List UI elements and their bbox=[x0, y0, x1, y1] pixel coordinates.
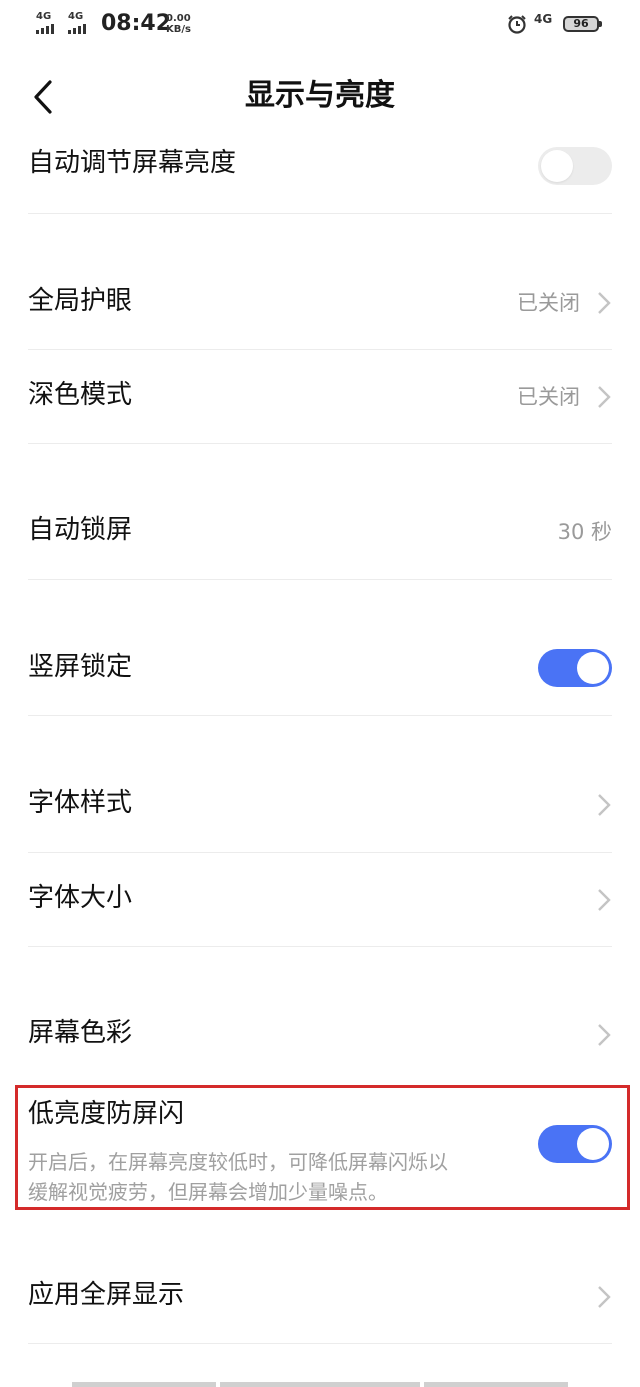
chevron-right-icon bbox=[598, 386, 611, 408]
gesture-bar bbox=[424, 1382, 568, 1387]
signal-icon-sim1: 4G bbox=[36, 12, 68, 34]
gesture-bar bbox=[220, 1382, 420, 1387]
battery-level: 96 bbox=[573, 17, 589, 30]
dark-mode-label: 深色模式 bbox=[28, 380, 133, 410]
divider bbox=[28, 715, 612, 716]
alarm-icon bbox=[508, 15, 526, 34]
sim1-network-label: 4G bbox=[36, 11, 52, 22]
divider bbox=[28, 946, 612, 947]
chevron-right-icon bbox=[598, 794, 611, 816]
divider bbox=[28, 1343, 612, 1344]
low-brightness-flicker-label: 低亮度防屏闪 bbox=[28, 1099, 185, 1129]
auto-lock-label: 自动锁屏 bbox=[28, 515, 133, 545]
gesture-bar bbox=[72, 1382, 216, 1387]
page-title: 显示与亮度 bbox=[245, 78, 395, 113]
divider bbox=[28, 579, 612, 580]
font-size-label: 字体大小 bbox=[28, 883, 133, 913]
portrait-lock-label: 竖屏锁定 bbox=[28, 652, 133, 682]
chevron-right-icon bbox=[598, 889, 611, 911]
chevron-right-icon bbox=[598, 1024, 611, 1046]
setting-auto-lock[interactable]: 自动锁屏 30 秒 bbox=[28, 497, 612, 577]
setting-app-fullscreen[interactable]: 应用全屏显示 bbox=[28, 1262, 612, 1342]
page-header: 显示与亮度 bbox=[0, 52, 640, 142]
app-fullscreen-label: 应用全屏显示 bbox=[28, 1280, 185, 1310]
screen-color-label: 屏幕色彩 bbox=[28, 1018, 133, 1048]
font-style-label: 字体样式 bbox=[28, 788, 133, 818]
status-time: 08:42 bbox=[101, 11, 172, 36]
low-brightness-flicker-description: 开启后，在屏幕亮度较低时，可降低屏幕闪烁以 缓解视觉疲劳，但屏幕会增加少量噪点。 bbox=[28, 1147, 508, 1207]
battery-icon: 96 bbox=[563, 16, 602, 32]
setting-global-eye-care[interactable]: 全局护眼 已关闭 bbox=[28, 268, 612, 348]
description-line-1: 开启后，在屏幕亮度较低时，可降低屏幕闪烁以 bbox=[28, 1150, 448, 1174]
signal-icon-sim2: 4G bbox=[68, 12, 100, 34]
toggle-knob bbox=[541, 150, 573, 182]
setting-screen-color[interactable]: 屏幕色彩 bbox=[28, 1000, 612, 1080]
dark-mode-value: 已关闭 bbox=[517, 385, 580, 409]
auto-lock-value: 30 秒 bbox=[557, 520, 612, 544]
setting-font-size[interactable]: 字体大小 bbox=[28, 853, 612, 945]
network-speed: 0.00 KB/s bbox=[166, 13, 191, 35]
global-eye-care-value: 已关闭 bbox=[517, 291, 580, 315]
description-line-2: 缓解视觉疲劳，但屏幕会增加少量噪点。 bbox=[28, 1180, 388, 1204]
status-bar: 4G 4G 08:42 0.00 KB/s 4G 96 bbox=[0, 0, 640, 50]
chevron-right-icon bbox=[598, 292, 611, 314]
global-eye-care-label: 全局护眼 bbox=[28, 286, 133, 316]
chevron-right-icon bbox=[598, 1286, 611, 1308]
setting-low-brightness-flicker[interactable]: 低亮度防屏闪 开启后，在屏幕亮度较低时，可降低屏幕闪烁以 缓解视觉疲劳，但屏幕会… bbox=[28, 1095, 612, 1205]
network-type: 4G bbox=[534, 12, 553, 26]
speed-unit: KB/s bbox=[166, 24, 191, 35]
toggle-knob bbox=[577, 652, 609, 684]
divider bbox=[28, 443, 612, 444]
setting-portrait-lock[interactable]: 竖屏锁定 bbox=[28, 634, 612, 714]
setting-auto-brightness[interactable]: 自动调节屏幕亮度 bbox=[28, 142, 612, 214]
speed-value: 0.00 bbox=[166, 13, 191, 24]
toggle-knob bbox=[577, 1128, 609, 1160]
setting-font-style[interactable]: 字体样式 bbox=[28, 770, 612, 850]
setting-dark-mode[interactable]: 深色模式 已关闭 bbox=[28, 350, 612, 442]
divider bbox=[28, 213, 612, 214]
portrait-lock-toggle[interactable] bbox=[538, 649, 612, 687]
sim2-network-label: 4G bbox=[68, 11, 84, 22]
auto-brightness-label: 自动调节屏幕亮度 bbox=[28, 148, 237, 178]
auto-brightness-toggle[interactable] bbox=[538, 147, 612, 185]
low-brightness-flicker-toggle[interactable] bbox=[538, 1125, 612, 1163]
